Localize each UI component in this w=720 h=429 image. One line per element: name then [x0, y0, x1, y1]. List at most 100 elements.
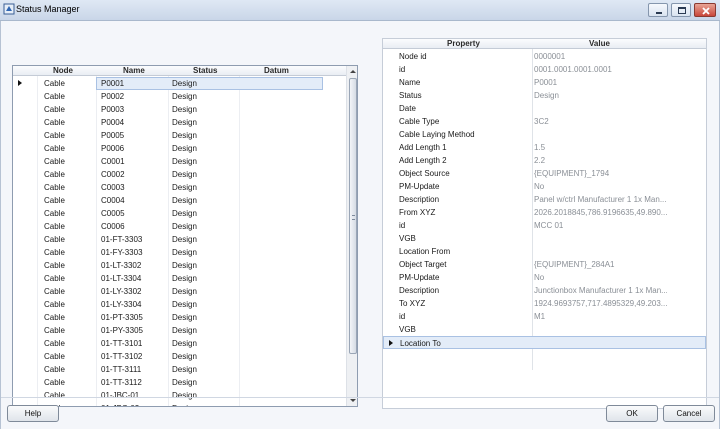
property-value[interactable]: 2.2 — [534, 156, 667, 165]
minimize-button[interactable] — [648, 3, 668, 17]
property-grid[interactable]: Property Value Node id 0000001 id 0001.0001… — [382, 38, 707, 409]
property-row[interactable]: Add Length 2 2.2 — [383, 154, 706, 167]
property-row[interactable]: VGB — [383, 232, 706, 245]
property-row[interactable]: Object Source {EQUIPMENT}_1794 — [383, 167, 706, 180]
cell-node: Cable — [44, 183, 65, 192]
column-header-node[interactable]: Node — [53, 66, 73, 76]
table-row[interactable]: Cable 01-JBC-01 Design — [13, 389, 346, 402]
property-row[interactable]: Add Length 1 1.5 — [383, 141, 706, 154]
cell-status: Design — [172, 105, 197, 114]
property-row[interactable]: id MCC 01 — [383, 219, 706, 232]
table-row[interactable]: Cable 01-LY-3304 Design — [13, 298, 346, 311]
table-row[interactable]: Cable C0004 Design — [13, 194, 346, 207]
table-row[interactable]: Cable P0002 Design — [13, 90, 346, 103]
column-header-value[interactable]: Value — [589, 39, 610, 49]
property-row[interactable]: Description Panel w/ctrl Manufacturer 1 1… — [383, 193, 706, 206]
help-button[interactable]: Help — [7, 405, 59, 422]
property-value[interactable]: MCC 01 — [534, 221, 667, 230]
vertical-scrollbar[interactable] — [346, 66, 358, 406]
cell-name: 01-FY-3303 — [101, 248, 143, 257]
property-row[interactable]: Cable Laying Method — [383, 128, 706, 141]
property-row[interactable]: VGB — [383, 323, 706, 336]
cell-status: Design — [172, 157, 197, 166]
property-value[interactable]: P0001 — [534, 78, 667, 87]
property-value[interactable]: No — [534, 182, 667, 191]
title-bar[interactable]: Status Manager — [0, 0, 720, 21]
table-row[interactable]: Cable 01-LY-3302 Design — [13, 285, 346, 298]
property-row[interactable]: Date — [383, 102, 706, 115]
table-row[interactable]: Cable 01-PT-3305 Design — [13, 311, 346, 324]
table-row[interactable]: Cable 01-TT-3111 Design — [13, 363, 346, 376]
property-row[interactable]: Cable Type 3C2 — [383, 115, 706, 128]
scroll-up-icon[interactable] — [347, 66, 358, 77]
table-row[interactable]: Cable01-JBC-02Design — [13, 402, 346, 406]
property-row[interactable]: id 0001.0001.0001.0001 — [383, 63, 706, 76]
table-row[interactable]: Cable 01-TT-3101 Design — [13, 337, 346, 350]
table-row[interactable]: Cable P0004 Design — [13, 116, 346, 129]
cell-node: Cable — [44, 391, 65, 400]
property-value[interactable]: 0000001 — [534, 52, 667, 61]
property-row[interactable]: PM-Update No — [383, 271, 706, 284]
property-row[interactable]: Description Junctionbox Manufacturer 1 1x… — [383, 284, 706, 297]
table-row[interactable]: Cable P0001 Design — [13, 77, 346, 90]
property-value[interactable]: {EQUIPMENT}_1794 — [534, 169, 667, 178]
column-header-status[interactable]: Status — [193, 66, 217, 76]
table-row[interactable]: Cable C0003 Design — [13, 181, 346, 194]
property-row[interactable]: Location To — [383, 336, 706, 349]
table-row[interactable]: Cable C0001 Design — [13, 155, 346, 168]
table-row[interactable]: Cable 01-TT-3112 Design — [13, 376, 346, 389]
property-row[interactable]: Node id 0000001 — [383, 50, 706, 63]
node-status-grid[interactable]: Node Name Status Datum Cable P0001 Design C… — [12, 65, 358, 407]
property-row[interactable]: PM-Update No — [383, 180, 706, 193]
property-value[interactable]: No — [534, 273, 667, 282]
property-row[interactable]: From XYZ 2026.2018845,786.9196635,49.890.… — [383, 206, 706, 219]
table-row[interactable]: Cable P0003 Design — [13, 103, 346, 116]
table-row[interactable]: Cable 01-FT-3303 Design — [13, 233, 346, 246]
property-row[interactable]: Location From — [383, 245, 706, 258]
property-name: Add Length 2 — [399, 156, 447, 165]
close-button[interactable] — [694, 3, 716, 17]
property-row[interactable]: id M1 — [383, 310, 706, 323]
cell-name: 01-JBC-02 — [101, 404, 139, 406]
cell-status: Design — [172, 287, 197, 296]
property-value[interactable]: Junctionbox Manufacturer 1 1x Man... — [534, 286, 667, 295]
table-row[interactable]: Cable C0002 Design — [13, 168, 346, 181]
table-row[interactable]: Cable 01-FY-3303 Design — [13, 246, 346, 259]
property-value[interactable]: {EQUIPMENT}_284A1 — [534, 260, 667, 269]
property-value[interactable]: 1924.9693757,717.4895329,49.203... — [534, 299, 667, 308]
table-row[interactable]: Cable 01-TT-3102 Design — [13, 350, 346, 363]
property-name: PM-Update — [399, 182, 440, 191]
cell-name: C0002 — [101, 170, 125, 179]
cancel-button[interactable]: Cancel — [663, 405, 715, 422]
table-row[interactable]: Cable C0006 Design — [13, 220, 346, 233]
node-grid-header: Node Name Status Datum — [13, 66, 346, 76]
scrollbar-thumb[interactable] — [349, 78, 357, 354]
table-row[interactable]: Cable P0006 Design — [13, 142, 346, 155]
ok-button[interactable]: OK — [606, 405, 658, 422]
property-value[interactable]: Panel w/ctrl Manufacturer 1 1x Man... — [534, 195, 667, 204]
column-header-property[interactable]: Property — [447, 39, 480, 49]
property-value[interactable]: Design — [534, 91, 667, 100]
property-row[interactable]: To XYZ 1924.9693757,717.4895329,49.203... — [383, 297, 706, 310]
property-row[interactable]: Status Design — [383, 89, 706, 102]
button-bar-separator — [1, 397, 719, 398]
property-row[interactable]: Object Target {EQUIPMENT}_284A1 — [383, 258, 706, 271]
table-row[interactable]: Cable 01-PY-3305 Design — [13, 324, 346, 337]
property-value[interactable]: 2026.2018845,786.9196635,49.890... — [534, 208, 667, 217]
table-row[interactable]: Cable 01-LT-3302 Design — [13, 259, 346, 272]
cell-status: Design — [172, 235, 197, 244]
cell-status: Design — [172, 339, 197, 348]
property-row[interactable]: Name P0001 — [383, 76, 706, 89]
table-row[interactable]: Cable P0005 Design — [13, 129, 346, 142]
property-value[interactable]: M1 — [534, 312, 667, 321]
property-value[interactable]: 1.5 — [534, 143, 667, 152]
column-header-name[interactable]: Name — [123, 66, 145, 76]
property-value[interactable]: 0001.0001.0001.0001 — [534, 65, 667, 74]
table-row[interactable]: Cable 01-LT-3304 Design — [13, 272, 346, 285]
property-value[interactable]: 3C2 — [534, 117, 667, 126]
table-row[interactable]: Cable C0005 Design — [13, 207, 346, 220]
cell-name: P0004 — [101, 118, 125, 127]
column-header-datum[interactable]: Datum — [264, 66, 289, 76]
maximize-button[interactable] — [671, 3, 691, 17]
cell-status: Design — [172, 261, 197, 270]
